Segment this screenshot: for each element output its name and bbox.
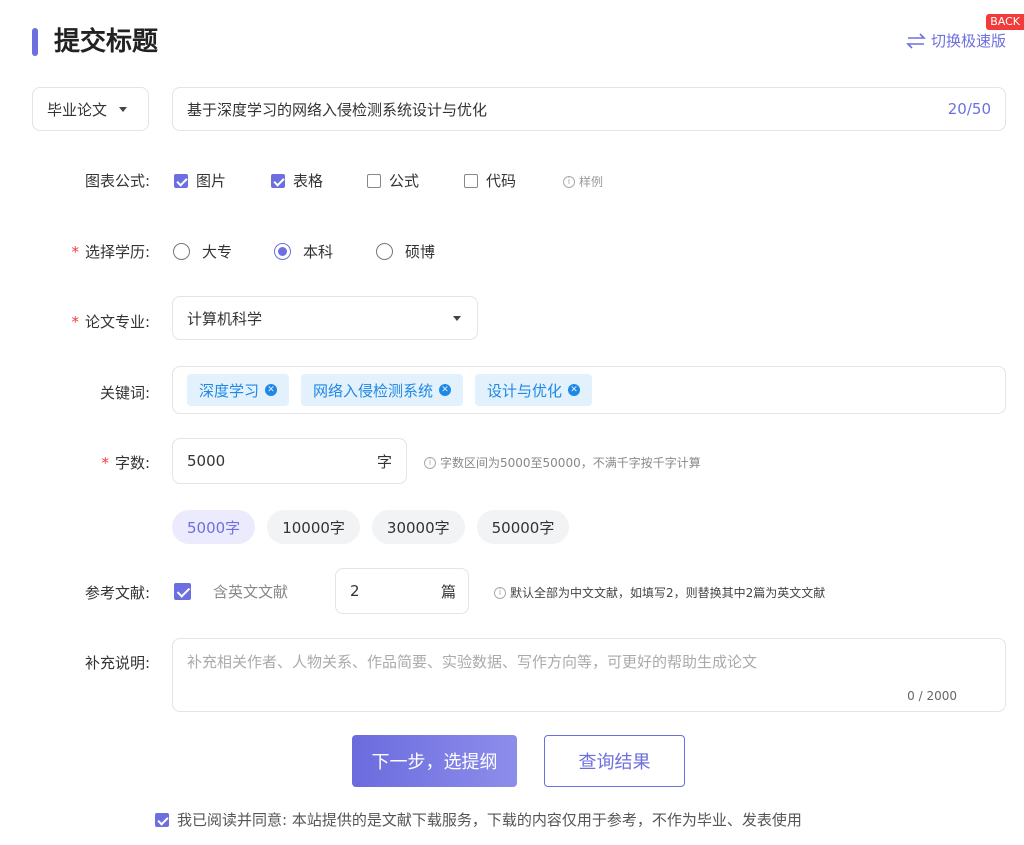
education-label-text: 选择学历: bbox=[84, 243, 150, 261]
checkbox-label: 公式 bbox=[389, 172, 420, 190]
major-select[interactable]: 计算机科学 bbox=[172, 296, 478, 340]
radio-label: 硕博 bbox=[405, 243, 436, 261]
back-badge[interactable]: BACK bbox=[986, 14, 1024, 30]
checkbox-charts-formula[interactable]: 公式 bbox=[367, 170, 419, 191]
required-mark: * bbox=[101, 454, 109, 472]
keywords-label: 关键词: bbox=[99, 384, 150, 402]
sample-hint-label: 样例 bbox=[579, 175, 604, 189]
word-count-hint-text: 字数区间为5000至50000，不满千字按千字计算 bbox=[440, 456, 701, 470]
agreement-text: 我已阅读并同意: 本站提供的是文献下载服务，下载的内容仅用于参考，不作为毕业、发… bbox=[177, 811, 802, 829]
keyword-tag-label: 网络入侵检测系统 bbox=[313, 381, 434, 400]
checkbox-charts-image[interactable]: 图片 bbox=[174, 170, 226, 191]
major-label: * 论文专业: bbox=[0, 311, 150, 332]
header: 提交标题 切换极速版 BACK bbox=[32, 14, 1024, 60]
english-reference-unit: 篇 bbox=[440, 582, 456, 601]
notes-char-counter: 0 / 2000 bbox=[907, 689, 957, 703]
word-count-label: * 字数: bbox=[0, 452, 150, 473]
keywords-input[interactable]: 深度学习 ✕ 网络入侵检测系统 ✕ 设计与优化 ✕ bbox=[172, 366, 1006, 414]
word-count-preset-50000[interactable]: 50000字 bbox=[476, 510, 570, 544]
keyword-tag-label: 深度学习 bbox=[199, 381, 260, 400]
radio-label: 本科 bbox=[303, 243, 334, 261]
include-english-label: 含英文文献 bbox=[213, 583, 289, 601]
radio-selected-icon bbox=[274, 243, 291, 260]
checkbox-unchecked-icon bbox=[367, 173, 381, 188]
checkbox-label: 代码 bbox=[486, 172, 517, 190]
references-hint: i 默认全部为中文文献，如填写2，则替换其中2篇为英文文献 bbox=[494, 584, 825, 601]
sample-hint[interactable]: i 样例 bbox=[563, 173, 603, 190]
word-count-preset-30000[interactable]: 30000字 bbox=[371, 510, 465, 544]
switch-fast-version-button[interactable]: 切换极速版 bbox=[905, 30, 1006, 51]
checkbox-label: 表格 bbox=[293, 172, 324, 190]
info-icon: i bbox=[563, 175, 575, 188]
keyword-tag: 深度学习 ✕ bbox=[187, 374, 290, 406]
checkbox-checked-icon bbox=[174, 583, 191, 600]
chevron-down-icon bbox=[453, 315, 461, 321]
radio-education-bachelor[interactable]: 本科 bbox=[274, 241, 333, 262]
word-count-hint: i 字数区间为5000至50000，不满千字按千字计算 bbox=[424, 454, 701, 471]
page-title: 提交标题 bbox=[54, 27, 159, 57]
chevron-down-icon bbox=[119, 106, 128, 112]
notes-placeholder: 补充相关作者、人物关系、作品简要、实验数据、写作方向等，可更好的帮助生成论文 bbox=[187, 653, 758, 671]
info-icon: i bbox=[494, 586, 506, 599]
checkbox-unchecked-icon bbox=[464, 173, 478, 188]
checkbox-label: 图片 bbox=[196, 172, 227, 190]
major-value: 计算机科学 bbox=[187, 309, 263, 328]
required-mark: * bbox=[71, 243, 79, 261]
required-mark: * bbox=[71, 313, 79, 331]
references-label: 参考文献: bbox=[84, 584, 150, 602]
title-input-value: 基于深度学习的网络入侵检测系统设计与优化 bbox=[187, 100, 488, 119]
keyword-tag: 设计与优化 ✕ bbox=[475, 374, 593, 406]
charts-label: 图表公式: bbox=[84, 172, 150, 190]
radio-unselected-icon bbox=[173, 243, 190, 260]
paper-type-select[interactable]: 毕业论文 bbox=[32, 87, 149, 131]
education-label: * 选择学历: bbox=[0, 241, 150, 262]
keyword-tag: 网络入侵检测系统 ✕ bbox=[301, 374, 464, 406]
agreement-checkbox[interactable]: 我已阅读并同意: 本站提供的是文献下载服务，下载的内容仅用于参考，不作为毕业、发… bbox=[155, 809, 802, 830]
close-icon[interactable]: ✕ bbox=[265, 384, 278, 396]
checkbox-include-english[interactable]: 含英文文献 bbox=[174, 581, 288, 602]
info-icon: i bbox=[424, 456, 436, 469]
title-accent-bar bbox=[32, 28, 38, 56]
title-char-counter: 20/50 bbox=[947, 100, 991, 118]
close-icon[interactable]: ✕ bbox=[568, 384, 581, 396]
notes-label: 补充说明: bbox=[84, 654, 150, 672]
radio-unselected-icon bbox=[376, 243, 393, 260]
next-step-button[interactable]: 下一步，选提纲 bbox=[352, 735, 517, 787]
english-reference-count-value: 2 bbox=[350, 582, 360, 600]
radio-education-master-phd[interactable]: 硕博 bbox=[376, 241, 435, 262]
checkbox-charts-table[interactable]: 表格 bbox=[271, 170, 323, 191]
query-results-button[interactable]: 查询结果 bbox=[544, 735, 685, 787]
close-icon[interactable]: ✕ bbox=[439, 384, 452, 396]
radio-label: 大专 bbox=[202, 243, 233, 261]
word-count-unit: 字 bbox=[376, 452, 392, 471]
paper-type-value: 毕业论文 bbox=[47, 100, 108, 119]
notes-textarea[interactable]: 补充相关作者、人物关系、作品简要、实验数据、写作方向等，可更好的帮助生成论文 0… bbox=[172, 638, 1006, 712]
checkbox-charts-code[interactable]: 代码 bbox=[464, 170, 516, 191]
word-count-preset-5000[interactable]: 5000字 bbox=[172, 510, 256, 544]
keyword-tag-label: 设计与优化 bbox=[487, 381, 563, 400]
word-count-preset-10000[interactable]: 10000字 bbox=[267, 510, 360, 544]
title-input[interactable]: 基于深度学习的网络入侵检测系统设计与优化 20/50 bbox=[172, 87, 1006, 131]
english-reference-count-input[interactable]: 2 篇 bbox=[335, 568, 469, 614]
checkbox-checked-icon bbox=[271, 173, 285, 188]
radio-education-college[interactable]: 大专 bbox=[173, 241, 232, 262]
major-label-text: 论文专业: bbox=[84, 313, 150, 331]
references-hint-text: 默认全部为中文文献，如填写2，则替换其中2篇为英文文献 bbox=[510, 586, 826, 600]
word-count-presets: 5000字 10000字 30000字 50000字 bbox=[172, 510, 570, 544]
checkbox-checked-icon bbox=[155, 812, 169, 827]
switch-label: 切换极速版 bbox=[930, 32, 1006, 50]
word-count-label-text: 字数: bbox=[114, 454, 150, 472]
swap-arrows-icon bbox=[906, 32, 926, 49]
checkbox-checked-icon bbox=[174, 173, 188, 188]
word-count-input[interactable]: 5000 字 bbox=[172, 438, 407, 484]
word-count-value: 5000 bbox=[187, 452, 226, 470]
